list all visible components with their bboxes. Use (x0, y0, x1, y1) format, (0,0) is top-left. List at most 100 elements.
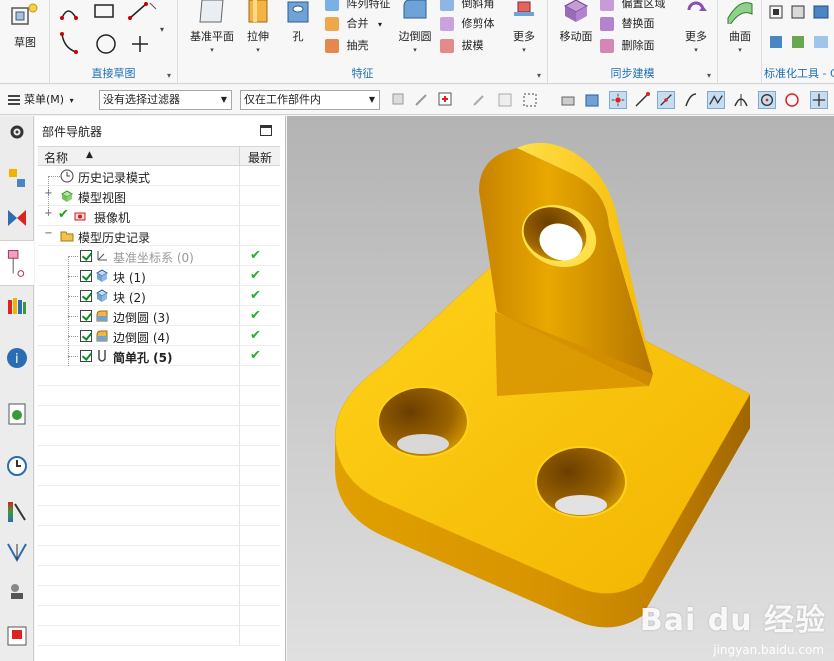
feature-more-button[interactable]: 更多 ▾ (504, 0, 544, 54)
feature-group-menu-icon[interactable]: ▾ (537, 71, 541, 80)
show-hide-icon[interactable] (559, 91, 577, 109)
column-latest-header[interactable]: 最新 (239, 147, 280, 165)
chamfer-icon (440, 0, 454, 11)
assembly-navigator-icon[interactable] (5, 166, 29, 190)
snap-arc-center-icon[interactable] (758, 91, 776, 109)
hd3d-tools-icon[interactable]: i (5, 346, 29, 370)
manufacturing-wizard-icon[interactable] (5, 580, 29, 604)
system-materials-icon[interactable] (5, 500, 29, 524)
box-select-icon[interactable] (521, 91, 539, 109)
collapse-minus-icon[interactable]: − (44, 229, 53, 239)
snap-end-point-icon[interactable] (633, 91, 651, 109)
offset-region-button[interactable]: 偏置区域 (600, 0, 666, 14)
direct-sketch-tools-icon[interactable]: ▾ (50, 0, 178, 60)
sort-ascending-icon[interactable]: ▲ (86, 150, 93, 160)
web-browser-icon[interactable] (5, 402, 29, 426)
surface-button[interactable]: 曲面 ▾ (720, 0, 760, 54)
history-clock-icon[interactable] (5, 454, 29, 478)
visible-check-icon[interactable]: ✔ (58, 207, 69, 222)
select-face-icon[interactable] (496, 91, 514, 109)
feature-checkbox[interactable] (80, 270, 92, 282)
trim-body-button[interactable]: 修剪体 (440, 14, 495, 34)
extrude-button[interactable]: 拉伸 ▾ (238, 0, 278, 54)
pattern-feature-button[interactable]: 阵列特征 (325, 0, 391, 14)
feature-checkbox[interactable] (80, 290, 92, 302)
snap-quadrant-icon[interactable] (783, 91, 801, 109)
feature-checkbox[interactable] (80, 330, 92, 342)
datum-plane-caret-icon[interactable]: ▾ (192, 46, 232, 54)
main-menu-button[interactable]: 菜单(M) ▾ (8, 91, 74, 107)
tree-row-model-history[interactable]: − 模型历史记录 (38, 226, 280, 246)
constraint-navigator-icon[interactable] (5, 206, 29, 230)
snap-existing-point-icon[interactable] (810, 91, 828, 109)
tree-row-simple-hole[interactable]: 简单孔 (5) ✔ (38, 346, 280, 366)
snap-settings-icon[interactable] (413, 91, 431, 109)
standard-tools-icons[interactable] (766, 2, 834, 58)
replace-face-button[interactable]: 替换面 (600, 14, 655, 34)
feature-more-caret-icon[interactable]: ▾ (504, 46, 544, 54)
empty-row (38, 406, 280, 426)
select-feature-icon[interactable] (437, 91, 455, 109)
tree-row-block-2[interactable]: 块 (2) ✔ (38, 286, 280, 306)
shell-button[interactable]: 抽壳 (325, 36, 369, 56)
snap-point-icon[interactable] (609, 91, 627, 109)
snap-curve-icon[interactable] (682, 91, 700, 109)
snap-intersection-icon[interactable] (732, 91, 750, 109)
tree-row-label: 模型历史记录 (78, 231, 151, 245)
blue-cube-icon[interactable] (583, 91, 601, 109)
main-menu-caret-icon: ▾ (69, 96, 74, 105)
snap-mid-point-icon[interactable] (657, 91, 675, 109)
maximize-icon[interactable] (260, 125, 272, 136)
bracket-part-model[interactable] (287, 116, 834, 661)
sketch-button[interactable]: 草图 (5, 2, 45, 50)
feature-checkbox[interactable] (80, 350, 92, 362)
selection-scope-value: 仅在工作部件内 (244, 93, 321, 106)
chamfer-button[interactable]: 倒斜角 (440, 0, 495, 14)
settings-gear-icon[interactable] (5, 120, 29, 144)
surface-caret-icon[interactable]: ▾ (720, 46, 760, 54)
feature-checkbox[interactable] (80, 310, 92, 322)
delete-face-button[interactable]: 删除面 (600, 36, 655, 56)
snap-control-point-icon[interactable] (707, 91, 725, 109)
select-body-icon[interactable] (470, 91, 488, 109)
draft-button[interactable]: 拔模 (440, 36, 484, 56)
edge-blend-caret-icon[interactable]: ▾ (395, 46, 435, 54)
graphics-viewport[interactable]: Bai du 经验 jingyan.baidu.com (287, 116, 834, 661)
feature-checkbox[interactable] (80, 250, 92, 262)
edge-blend-button[interactable]: 边倒圆 ▾ (395, 0, 435, 54)
roles-icon[interactable] (5, 624, 29, 648)
sync-more-button[interactable]: 更多 ▾ (676, 0, 716, 54)
offset-region-label: 偏置区域 (621, 0, 666, 10)
tree-row-label: 简单孔 (5) (113, 351, 173, 365)
tree-row-camera[interactable]: + ✔ 摄像机 (38, 206, 280, 226)
direct-sketch-group-menu-icon[interactable]: ▾ (167, 71, 171, 80)
tree-row-edge-blend-4[interactable]: 边倒圆 (4) ✔ (38, 326, 280, 346)
sync-more-caret-icon[interactable]: ▾ (676, 46, 716, 54)
process-studio-icon[interactable] (5, 540, 29, 564)
datum-plane-button[interactable]: 基准平面 ▾ (190, 0, 234, 54)
move-face-button[interactable]: 移动面 (556, 0, 596, 44)
tree-row-history-mode[interactable]: 历史记录模式 (38, 166, 280, 186)
part-navigator-icon[interactable] (0, 240, 34, 286)
general-selection-icon[interactable] (390, 91, 408, 109)
unite-caret-icon[interactable]: ▾ (378, 20, 382, 29)
move-face-label: 移动面 (559, 30, 593, 43)
extrude-caret-icon[interactable]: ▾ (238, 46, 278, 54)
sync-modeling-group-menu-icon[interactable]: ▾ (707, 71, 711, 80)
datum-plane-icon (199, 0, 224, 23)
tree-row-model-views[interactable]: + 模型视图 (38, 186, 280, 206)
tree-row-datum-csys[interactable]: 基准坐标系 (0) ✔ (38, 246, 280, 266)
watermark-logo: Bai du 经验 (639, 603, 826, 638)
tree-row-block-1[interactable]: 块 (1) ✔ (38, 266, 280, 286)
selection-scope-dropdown[interactable]: 仅在工作部件内 ▼ (240, 90, 380, 110)
column-name-header[interactable]: 名称 (44, 149, 68, 166)
unite-button[interactable]: 合并 ▾ (325, 14, 382, 34)
model-views-icon (61, 190, 73, 202)
ribbon-group-surface: 曲面 ▾ (718, 0, 762, 83)
sketch-icon (11, 3, 38, 25)
hole-button[interactable]: 孔 (278, 0, 318, 44)
type-filter-dropdown[interactable]: 没有选择过滤器 ▼ (99, 90, 232, 110)
tree-row-edge-blend-3[interactable]: 边倒圆 (3) ✔ (38, 306, 280, 326)
part-navigator-panel: 部件导航器 名称 ▲ 最新 历史记录模式 + 模型视图 + ✔ 摄像机 − 模型… (35, 116, 286, 661)
reuse-library-icon[interactable] (5, 294, 29, 318)
